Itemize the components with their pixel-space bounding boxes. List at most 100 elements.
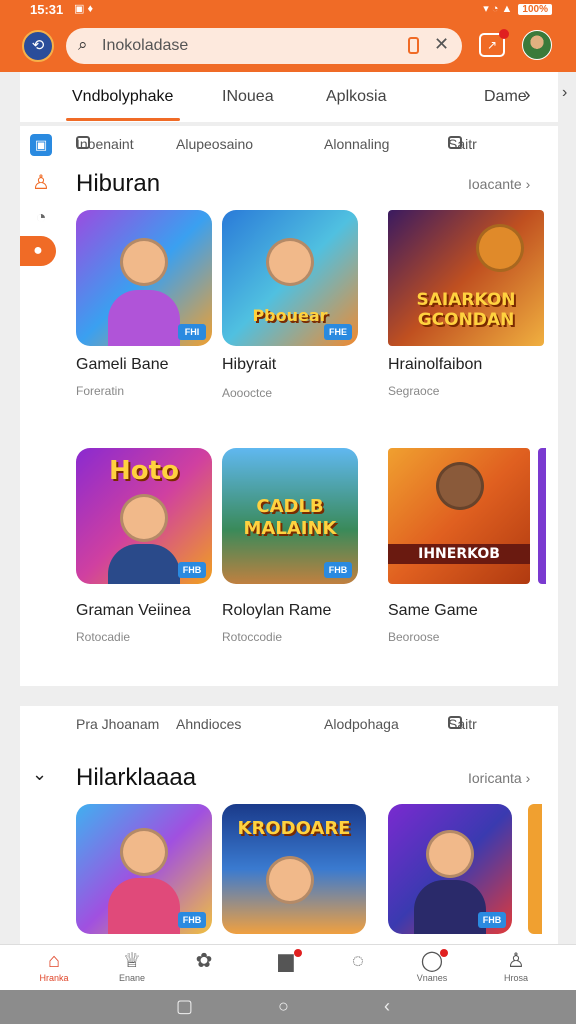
battery-indicator: 100% <box>518 4 552 15</box>
see-all-link[interactable]: Ioacante › <box>468 176 530 192</box>
game-name[interactable]: Hibyrait <box>222 356 276 374</box>
tiger-character <box>476 224 524 272</box>
section-hiburan: Inoenaint Alupeosaino Alonnaling Saitr H… <box>20 126 558 686</box>
section-title: Hilarklaaaa <box>76 764 197 791</box>
home-icon[interactable]: ▣ <box>30 134 52 156</box>
chevron-down-icon[interactable]: ⌄ <box>32 764 47 785</box>
active-tab-indicator <box>66 118 180 121</box>
game-character <box>120 828 168 876</box>
game-name[interactable]: Hrainolfaibon <box>388 356 482 374</box>
notification-dot <box>294 949 302 957</box>
section-title: Hiburan <box>76 170 161 197</box>
game-tile-2[interactable]: Pbouear FHE <box>222 210 358 346</box>
game-logo: SAIARKON GCONDAN <box>416 290 516 330</box>
game-character <box>266 856 314 904</box>
game-character <box>120 238 168 286</box>
see-all-link[interactable]: Ioricanta › <box>468 770 530 786</box>
nav-messages[interactable]: ◯ Vnanes <box>402 949 462 983</box>
filter-chip-a[interactable]: Pra Jhoanam <box>76 716 159 732</box>
nav-profile[interactable]: ♙ Hrosa <box>486 949 546 983</box>
game-character-body <box>108 544 180 584</box>
recents-icon[interactable]: ▢ <box>176 996 193 1017</box>
game-badge: FHB <box>478 912 506 928</box>
nav-chat[interactable]: ◌ <box>328 949 388 973</box>
chat-icon: ◌ <box>352 950 364 972</box>
game-subtitle: Rotoccodie <box>222 630 283 644</box>
game-character <box>426 830 474 878</box>
system-navigation-bar: ▢ ○ ‹ <box>0 990 576 1024</box>
filter-chip-b[interactable]: Alupeosaino <box>176 136 253 152</box>
tablet-icon[interactable] <box>408 37 419 54</box>
game-logo: Hoto <box>109 456 179 486</box>
nav-home[interactable]: ⌂ Hranka <box>24 949 84 983</box>
tab-0[interactable]: Vndbolyphake <box>72 88 173 106</box>
game-character-body <box>108 290 180 346</box>
game-tile-4[interactable]: Hoto FHB <box>76 448 212 584</box>
search-icon: ⌕ <box>78 35 88 54</box>
game-tile-7[interactable]: FHB <box>76 804 212 934</box>
game-tile-peek[interactable] <box>528 804 542 934</box>
search-input[interactable]: Inokoladase <box>102 37 188 55</box>
game-logo: CADLB MALAINK <box>243 496 337 539</box>
game-logo: IHNERKOB <box>388 544 530 564</box>
back-icon[interactable]: ‹ <box>384 996 390 1017</box>
clock-icon[interactable]: ◔ <box>30 206 52 228</box>
avatar[interactable] <box>522 30 552 60</box>
filter-chip-c[interactable]: Alodpohaga <box>324 716 399 732</box>
media-icon: ▆ <box>256 949 316 973</box>
tab-3[interactable]: Dame <box>484 88 527 106</box>
filter-chip-c[interactable]: Alonnaling <box>324 136 389 152</box>
tab-2[interactable]: Aplkosia <box>326 88 386 106</box>
game-tile-8[interactable]: KRODOARE <box>222 804 366 934</box>
category-tabs: Vndbolyphake INouea Aplkosia Dame › <box>20 72 558 122</box>
game-tile-peek[interactable] <box>538 448 546 584</box>
game-name[interactable]: Gameli Bane <box>76 356 169 374</box>
game-name[interactable]: Roloylan Rame <box>222 602 331 620</box>
game-name[interactable]: Same Game <box>388 602 478 620</box>
filter-row: Pra Jhoanam Ahndioces Alodpohaga Saitr <box>76 716 477 732</box>
game-tile-9[interactable]: FHB <box>388 804 512 934</box>
nav-games[interactable]: ♕ Enane <box>102 949 162 983</box>
game-badge: FHB <box>178 912 206 928</box>
notification-dot <box>499 29 509 39</box>
tab-1[interactable]: INouea <box>222 88 274 106</box>
nav-media[interactable]: ▆ <box>256 949 316 973</box>
top-app-bar: 15:31 ▣ ♦ ▾ ◔ ▲ 100% ⟲ ⌕ Inokoladase ✕ ↗ <box>0 0 576 72</box>
game-character <box>120 494 168 542</box>
profile-icon: ♙ <box>507 950 525 972</box>
games-icon[interactable]: ● <box>20 236 56 266</box>
clear-icon[interactable]: ✕ <box>434 34 449 55</box>
bear-character <box>436 462 484 510</box>
edge-chevron-icon[interactable]: › <box>562 84 567 102</box>
side-rail: ▣ ♙ ◔ ● <box>20 126 60 266</box>
game-badge: FHB <box>324 562 352 578</box>
person-icon[interactable]: ♙ <box>30 172 52 194</box>
nav-puzzle[interactable]: ✿ <box>174 949 234 973</box>
home-circle-icon[interactable]: ○ <box>278 996 289 1017</box>
status-right: ▾ ◔ ▲ 100% <box>483 2 552 15</box>
game-logo: Pbouear <box>252 306 328 325</box>
chevron-right-icon[interactable]: › <box>524 84 531 107</box>
game-tile-1[interactable]: FHI <box>76 210 212 346</box>
search-bar[interactable]: ⌕ Inokoladase ✕ <box>66 28 462 64</box>
game-name[interactable]: Graman Veiinea <box>76 602 191 620</box>
game-logo: KRODOARE <box>237 818 351 839</box>
section-hilarklaaaa: Pra Jhoanam Ahndioces Alodpohaga Saitr ⌄… <box>20 706 558 946</box>
notification-icons: ▣ ♦ <box>74 3 94 15</box>
game-tile-3[interactable]: SAIARKON GCONDAN <box>388 210 544 346</box>
game-character-body <box>414 880 486 934</box>
game-subtitle: Aoooctce <box>222 386 273 400</box>
notification-inbox-icon[interactable]: ↗ <box>479 29 509 57</box>
game-subtitle: Foreratin <box>76 384 125 398</box>
game-subtitle: Segraoce <box>388 384 440 398</box>
puzzle-icon: ✿ <box>195 950 213 972</box>
filter-chip-b[interactable]: Ahndioces <box>176 716 241 732</box>
notification-dot <box>440 949 448 957</box>
app-menu-button[interactable]: ⟲ <box>22 30 54 62</box>
status-time: 15:31 <box>30 2 64 17</box>
game-tile-5[interactable]: CADLB MALAINK FHB <box>222 448 358 584</box>
game-character-body <box>108 878 180 934</box>
game-tile-6[interactable]: IHNERKOB <box>388 448 530 584</box>
bottom-navigation: ⌂ Hranka ♕ Enane ✿ ▆ ◌ ◯ Vnanes ♙ Hrosa <box>0 944 576 990</box>
game-subtitle: Beoroose <box>388 630 440 644</box>
